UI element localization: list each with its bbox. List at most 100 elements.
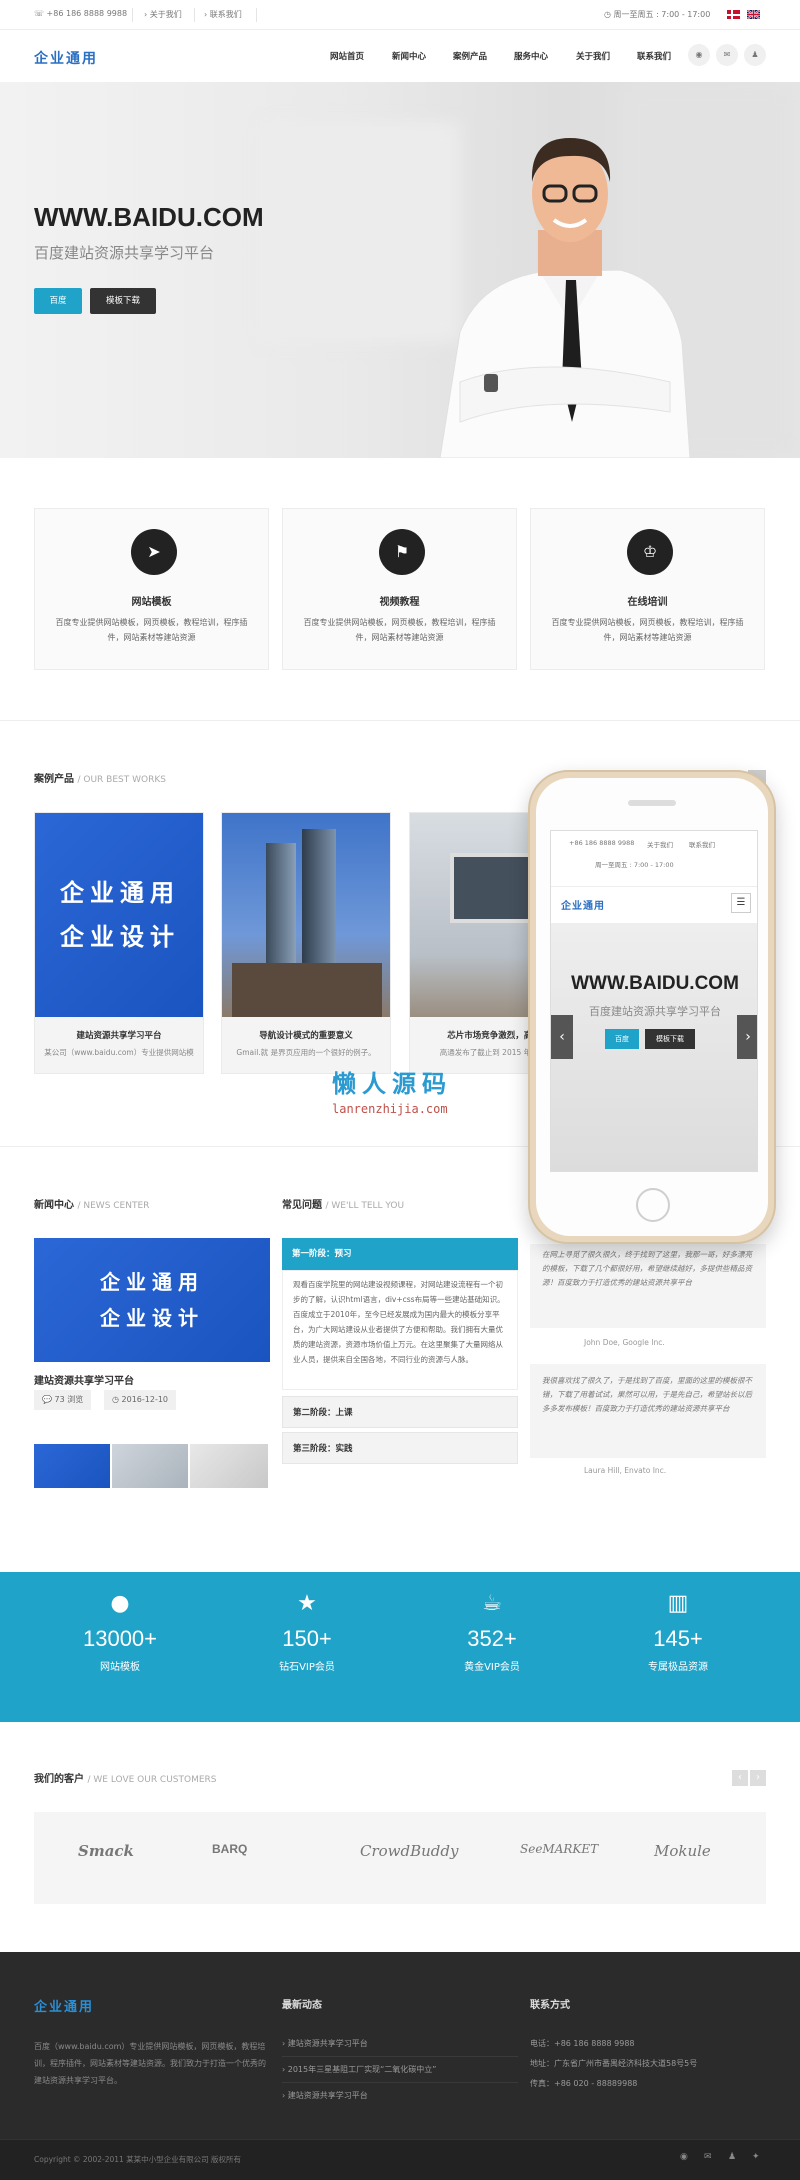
hero-banner: WWW.BAIDU.COM 百度建站资源共享学习平台 百度 模板下载 [0,82,800,458]
testimonial-author: John Doe, Google Inc. [584,1338,665,1347]
phone-screen-contact: 联系我们 [689,841,715,849]
news-feature-image[interactable]: 企业通用 企业设计 [34,1238,270,1362]
feature-title: 视频教程 [379,597,420,608]
qq-icon[interactable]: ♟ [728,2152,736,2162]
footer-news-item[interactable]: › 建站资源共享学习平台 [282,2038,368,2049]
clients-logo-strip: Smack BARQ CrowdBuddy SeeMARKET Mokule [34,1812,766,1904]
contact-link-label: 联系我们 [209,10,242,19]
phone-home-button [636,1188,670,1222]
footer-news-heading: 最新动态 [282,2000,322,2011]
footer-logo[interactable]: 企业通用 [34,1996,94,2015]
nav-item-contact[interactable]: 联系我们 [637,50,671,62]
hero-primary-button[interactable]: 百度 [34,288,82,314]
news-views: 73 浏览 [54,1395,84,1404]
footer-news-item[interactable]: › 建站资源共享学习平台 [282,2090,368,2101]
danish-flag-icon[interactable] [727,10,740,19]
client-logo[interactable]: SeeMARKET [520,1842,598,1856]
divider [194,8,195,22]
divider [282,2056,518,2057]
watermark-title: 懒人源码 [332,1070,452,1098]
phone-speaker [628,800,676,806]
stat-label: 黄金VIP会员 [464,1662,520,1673]
chevron-right-icon: › [737,1015,757,1059]
bar-chart-icon: ▥ [667,1591,689,1616]
client-logo[interactable]: Smack [78,1842,134,1860]
clients-next-arrow-icon[interactable]: › [750,1770,766,1786]
client-logo[interactable]: Mokule [654,1842,711,1860]
divider [132,8,133,22]
testimonial-author: Laura Hill, Envato Inc. [584,1466,667,1475]
about-link[interactable]: › 关于我们 [144,9,182,20]
weibo-icon[interactable]: ◉ [688,44,710,66]
site-header: 企业通用 网站首页 新闻中心 案例产品 服务中心 关于我们 联系我们 ◉ ✉ ♟ [0,30,800,82]
wechat-icon[interactable]: ✉ [704,2152,712,2162]
faq-heading: 常见问题 / WE'LL TELL YOU [282,1196,404,1211]
nav-item-news[interactable]: 新闻中心 [392,50,426,62]
phone-screen-subtitle: 百度建站资源共享学习平台 [589,1005,721,1018]
divider [282,2082,518,2083]
businessman-image [439,138,691,458]
news-card-line1: 企业通用 [100,1270,204,1294]
uk-flag-icon[interactable] [746,9,761,20]
trophy-icon: ♔ [627,529,673,575]
faq-tab[interactable]: 第二阶段：上课 [282,1396,518,1428]
footer-contact-heading: 联系方式 [530,2000,570,2011]
hero-download-button[interactable]: 模板下载 [90,288,156,314]
client-logo[interactable]: CrowdBuddy [360,1842,458,1860]
footer-news-label: 建站资源共享学习平台 [287,2039,368,2048]
site-footer: 企业通用 百度（www.baidu.com）专业提供网站模板，网页模板，教程培训… [0,1952,800,2139]
share-icon[interactable]: ✦ [752,2152,760,2162]
news-thumb[interactable] [190,1444,268,1488]
phone-face: +86 186 8888 9988 关于我们 联系我们 周一至周五 : 7:00… [536,778,768,1236]
copyright-bar: Copyright © 2002-2011 某某中小型企业有限公司 版权所有 ◉… [0,2139,800,2180]
stat-value: 13000+ [82,1626,158,1651]
contact-link[interactable]: › 联系我们 [204,9,242,20]
phone-screen-about: 关于我们 [647,841,673,849]
weibo-icon[interactable]: ◉ [680,2152,688,2162]
news-heading: 新闻中心 / NEWS CENTER [34,1196,149,1211]
faq-tab-active[interactable]: 第一阶段：预习 [282,1238,518,1270]
clients-heading-label: 我们的客户 [34,1774,84,1785]
cases-heading: 案例产品 / OUR BEST WORKS [34,770,166,785]
top-bar: ☏ +86 186 8888 9988 › 关于我们 › 联系我们 ◷ 周一至周… [0,0,800,30]
nav-item-service[interactable]: 服务中心 [514,50,548,62]
nav-item-about[interactable]: 关于我们 [576,50,610,62]
case-title: 建站资源共享学习平台 [76,1031,162,1041]
news-thumb[interactable] [112,1444,188,1488]
wechat-icon[interactable]: ✉ [716,44,738,66]
case-image [222,813,390,1017]
feature-card-training[interactable]: ♔ 在线培训 百度专业提供网站模板，网页模板，教程培训，程序插件，网站素材等建站… [530,508,765,670]
footer-address: 地址：广东省广州市番禺经济科技大道58号5号 [530,2059,698,2068]
news-thumb[interactable] [34,1444,110,1488]
feature-description: 百度专业提供网站模板，网页模板，教程培训，程序插件，网站素材等建站资源 [303,618,496,642]
footer-phone: 电话：+86 186 8888 9988 [530,2039,635,2048]
case-card[interactable]: 企业通用 企业设计 建站资源共享学习平台 某公司（www.baidu.com）专… [34,812,204,1074]
testimonial-quote: 在网上寻觅了很久很久，终于找到了这里，我那一哥，好多漂亮的模板，下载了几个都很好… [530,1244,766,1328]
faq-heading-en: / WE'LL TELL YOU [325,1201,405,1211]
phone-number: +86 186 8888 9988 [46,9,128,18]
news-title[interactable]: 建站资源共享学习平台 [34,1372,134,1387]
qq-icon[interactable]: ♟ [744,44,766,66]
footer-news-item[interactable]: › 2015年三星基阻工厂实现“二氧化碳中立” [282,2064,436,2075]
about-link-label: 关于我们 [149,10,182,19]
case-card[interactable]: 导航设计模式的重要意义 Gmail.就 是界页应用的一个很好的例子。 [221,812,391,1074]
nav-item-cases[interactable]: 案例产品 [453,50,487,62]
site-logo[interactable]: 企业通用 [34,48,98,68]
case-card-line1: 企业通用 [60,879,180,907]
clients-prev-arrow-icon[interactable]: ‹ [732,1770,748,1786]
footer-news-label: 建站资源共享学习平台 [287,2091,368,2100]
feature-title: 在线培训 [627,597,668,608]
case-card-line2: 企业设计 [60,923,180,951]
nav-item-home[interactable]: 网站首页 [330,50,364,62]
feature-card-templates[interactable]: ➤ 网站模板 百度专业提供网站模板，网页模板，教程培训，程序插件，网站素材等建站… [34,508,269,670]
watermark-url: lanrenzhijia.com [332,1102,448,1116]
phone-screen-title: WWW.BAIDU.COM [571,973,739,994]
news-views-badge: 💬 73 浏览 [34,1390,92,1410]
faq-tab[interactable]: 第三阶段：实践 [282,1432,518,1464]
phone-screen-phone: +86 186 8888 9988 [569,839,635,847]
faq-heading-label: 常见问题 [282,1200,322,1211]
feature-card-videos[interactable]: ⚑ 视频教程 百度专业提供网站模板，网页模板，教程培训，程序插件，网站素材等建站… [282,508,517,670]
client-logo[interactable]: BARQ [212,1842,247,1856]
stat-item: ★ 150+ 钻石VIP会员 [207,1572,407,1722]
feature-description: 百度专业提供网站模板，网页模板，教程培训，程序插件，网站素材等建站资源 [551,618,744,642]
